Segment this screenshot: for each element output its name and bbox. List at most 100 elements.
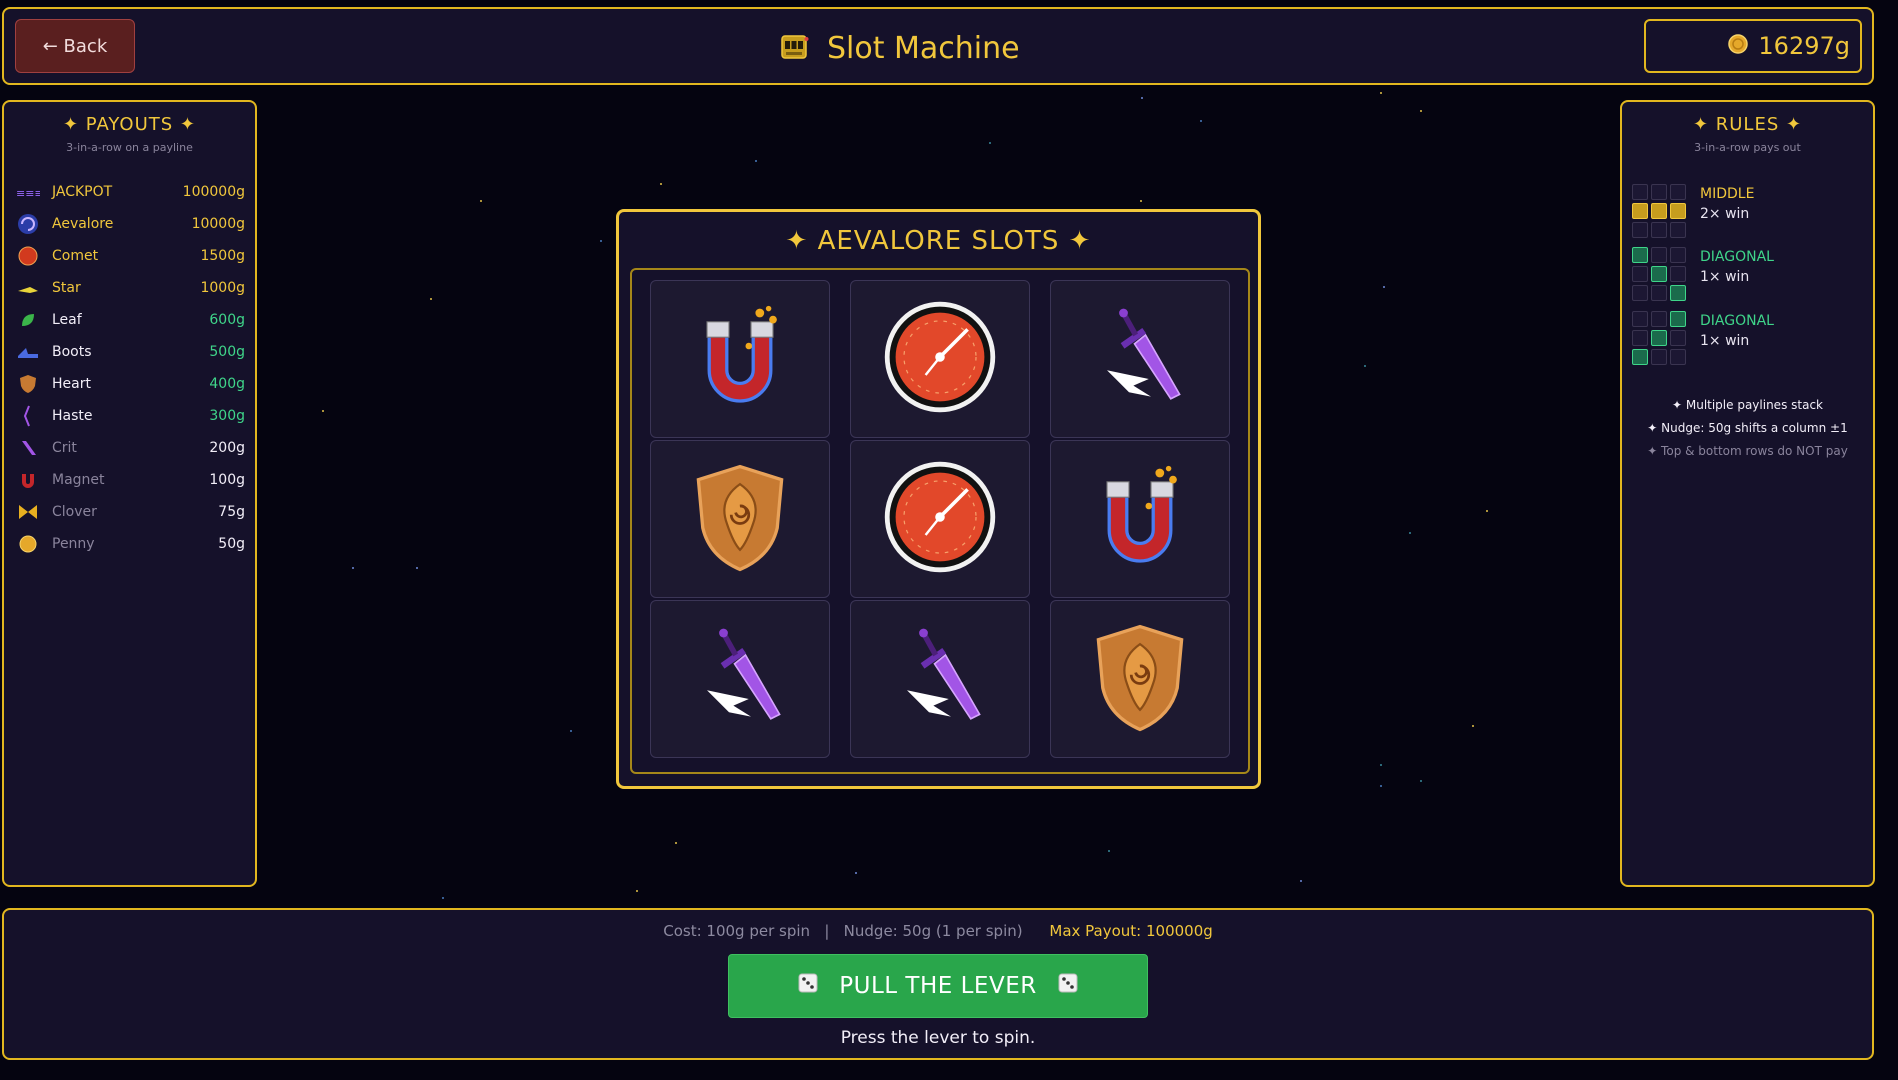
payout-value: 50g	[218, 536, 245, 552]
rules-notes: ✦ Multiple paylines stack ✦ Nudge: 50g s…	[1622, 394, 1873, 463]
page-title: Slot Machine	[827, 30, 1020, 66]
rules-subtitle: 3-in-a-row pays out	[1694, 141, 1801, 154]
payout-value: 400g	[209, 376, 245, 392]
star-dot	[1420, 780, 1422, 782]
payout-row: ≡≡≡ JACKPOT 100000g	[16, 176, 245, 208]
cost-info: Cost: 100g per spin | Nudge: 50g (1 per …	[663, 922, 1023, 940]
payline-name: MIDDLE	[1700, 186, 1755, 202]
star-dot	[675, 842, 677, 844]
payline-middle: MIDDLE 2× win	[1632, 184, 1754, 238]
machine-title: ✦ AEVALORE SLOTS ✦	[785, 226, 1092, 256]
payline-multiplier: 1× win	[1700, 333, 1750, 349]
sword-icon	[885, 622, 995, 736]
boots-icon	[16, 341, 40, 363]
rule-note: ✦ Top & bottom rows do NOT pay	[1647, 444, 1848, 458]
payout-value: 200g	[209, 440, 245, 456]
star-dot	[1140, 200, 1142, 202]
pull-lever-button[interactable]: PULL THE LEVER	[728, 954, 1148, 1018]
payout-row: Clover 75g	[16, 496, 245, 528]
sword-icon	[685, 622, 795, 736]
payout-symbol-name: Aevalore	[52, 216, 114, 232]
controls-panel: Cost: 100g per spin | Nudge: 50g (1 per …	[2, 908, 1874, 1060]
payout-symbol-name: Star	[52, 280, 81, 296]
payout-value: 500g	[209, 344, 245, 360]
payout-row: Heart 400g	[16, 368, 245, 400]
lever-label: PULL THE LEVER	[839, 973, 1037, 999]
payout-value: 100000g	[182, 184, 245, 200]
leaf-icon	[16, 309, 40, 331]
star-dot	[480, 200, 482, 202]
star-dot	[430, 298, 432, 300]
svg-text:≡≡≡: ≡≡≡	[16, 187, 40, 200]
star-dot	[1472, 725, 1474, 727]
payout-value: 10000g	[191, 216, 245, 232]
star-icon	[16, 277, 40, 299]
payout-row: Star 1000g	[16, 272, 245, 304]
rules-panel: ✦ RULES ✦ 3-in-a-row pays out MIDDLE 2× …	[1620, 100, 1875, 887]
rule-note: ✦ Nudge: 50g shifts a column ±1	[1647, 421, 1848, 435]
star-dot	[755, 160, 757, 162]
star-dot	[416, 567, 418, 569]
back-button[interactable]: ← Back	[15, 19, 135, 73]
reel-grid	[630, 268, 1250, 774]
payout-symbol-name: Heart	[52, 376, 91, 392]
star-dot	[636, 890, 638, 892]
star-dot	[1383, 286, 1385, 288]
reel-cell	[650, 600, 830, 758]
payout-symbol-name: Clover	[52, 504, 97, 520]
payline-name: DIAGONAL	[1700, 313, 1774, 329]
reel-cell	[650, 440, 830, 598]
reel-cell	[1050, 280, 1230, 438]
dice-icon	[1057, 972, 1079, 1000]
reel-cell	[850, 600, 1030, 758]
star-dot	[1364, 365, 1366, 367]
slot-machine: ✦ AEVALORE SLOTS ✦	[616, 209, 1261, 789]
gauge-icon	[880, 457, 1000, 581]
rules-title: ✦ RULES ✦	[1692, 114, 1803, 135]
payout-value: 1500g	[200, 248, 245, 264]
payline-diagonal-up: DIAGONAL 1× win	[1632, 311, 1774, 365]
dice-icon	[797, 972, 819, 1000]
slot-machine-icon	[779, 31, 809, 65]
clover-icon	[16, 501, 40, 523]
spin-info: Cost: 100g per spin | Nudge: 50g (1 per …	[4, 922, 1872, 940]
star-dot	[442, 897, 444, 899]
reel-cell	[1050, 600, 1230, 758]
payout-row: Leaf 600g	[16, 304, 245, 336]
status-message: Press the lever to spin.	[840, 1028, 1036, 1048]
gauge-icon	[880, 297, 1000, 421]
star-dot	[1486, 510, 1488, 512]
payout-symbol-name: Penny	[52, 536, 95, 552]
payline-name: DIAGONAL	[1700, 249, 1774, 265]
sword-icon	[1085, 302, 1195, 416]
star-dot	[1380, 785, 1382, 787]
reel-cell	[650, 280, 830, 438]
payout-symbol-name: Comet	[52, 248, 99, 264]
payouts-subtitle: 3-in-a-row on a payline	[66, 141, 193, 154]
payout-row: Penny 50g	[16, 528, 245, 560]
magnet-icon	[1085, 462, 1195, 576]
star-dot	[1420, 110, 1422, 112]
coin-icon	[1728, 34, 1749, 58]
crit-icon	[16, 437, 40, 459]
payout-symbol-name: Magnet	[52, 472, 105, 488]
payout-row: Magnet 100g	[16, 464, 245, 496]
star-dot	[1300, 880, 1302, 882]
payouts-title: ✦ PAYOUTS ✦	[62, 114, 196, 135]
payout-value: 1000g	[200, 280, 245, 296]
payout-row: Haste 300g	[16, 400, 245, 432]
payout-symbol-name: Crit	[52, 440, 77, 456]
payline-multiplier: 2× win	[1700, 206, 1750, 222]
payout-symbol-name: Leaf	[52, 312, 82, 328]
gold-amount: 16297g	[1758, 32, 1850, 60]
payouts-panel: ✦ PAYOUTS ✦ 3-in-a-row on a payline ≡≡≡ J…	[2, 100, 257, 887]
payout-symbol-name: Boots	[52, 344, 92, 360]
star-dot	[1380, 92, 1382, 94]
star-dot	[352, 567, 354, 569]
rule-note: ✦ Multiple paylines stack	[1671, 398, 1823, 412]
payline-diagonal-down-diagram	[1632, 247, 1686, 301]
shield-icon	[685, 460, 795, 579]
payout-symbol-name: Haste	[52, 408, 93, 424]
star-dot	[1380, 764, 1382, 766]
star-dot	[570, 730, 572, 732]
